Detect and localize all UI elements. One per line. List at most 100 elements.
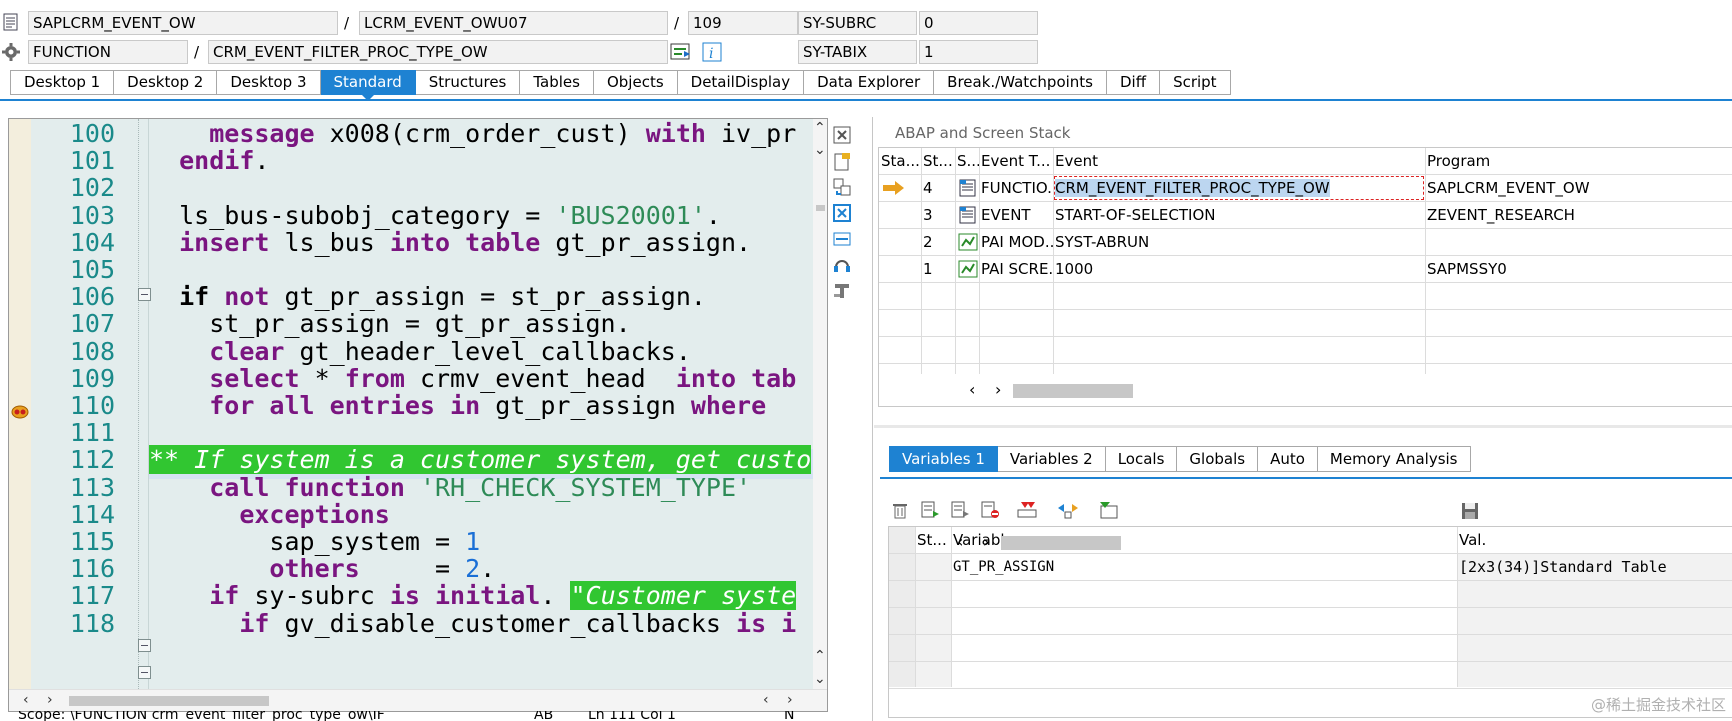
fold-toggle[interactable]	[138, 666, 151, 679]
append-row-icon[interactable]	[950, 500, 970, 520]
tab-variables-2[interactable]: Variables 2	[997, 446, 1106, 472]
mode-label: AB	[534, 711, 554, 721]
tab-desktop-3[interactable]: Desktop 3	[217, 70, 321, 95]
code-line[interactable]: clear gt_header_level_callbacks.	[149, 337, 813, 367]
code-line[interactable]: exceptions	[149, 500, 813, 530]
sy-subrc-value-field[interactable]: 0	[919, 11, 1038, 35]
editor-vertical-scrollbar[interactable]: ⌃ ⌄ ⌃ ⌄	[813, 119, 827, 689]
insert-row-icon[interactable]	[920, 500, 940, 520]
code-line[interactable]	[149, 255, 813, 285]
code-line[interactable]: message x008(crm_order_cust) with iv_pr	[149, 119, 813, 149]
close-editor-icon[interactable]	[832, 125, 852, 145]
code-line[interactable]: st_pr_assign = gt_pr_assign.	[149, 309, 813, 339]
include-field[interactable]: LCRM_EVENT_OWU07	[359, 11, 668, 35]
code-line[interactable]: ** If system is a customer system, get c…	[149, 445, 813, 475]
panel-splitter[interactable]	[874, 425, 1732, 428]
fold-toggle[interactable]	[138, 639, 151, 652]
sy-subrc-name-field[interactable]: SY-SUBRC	[798, 11, 917, 35]
full-screen-icon[interactable]	[832, 203, 852, 223]
scroll-left-icon[interactable]: ‹	[23, 693, 29, 707]
stack-horizontal-scrollbar[interactable]: ‹ ›	[879, 374, 1732, 405]
scrollbar-thumb[interactable]	[69, 696, 269, 706]
function-name-field[interactable]: CRM_EVENT_FILTER_PROC_TYPE_OW	[208, 40, 668, 64]
code-line[interactable]: if gv_disable_customer_callbacks is i	[149, 609, 813, 639]
variables-grid[interactable]: St... Variable Val. GT_PR_ASSIGN [2x3(34)]St…	[888, 526, 1732, 718]
program-field[interactable]: SAPLCRM_EVENT_OW	[28, 11, 338, 35]
desktop-tab-bar: Desktop 1 Desktop 2 Desktop 3 Standard Struc…	[10, 70, 1231, 101]
scrollbar-thumb[interactable]	[816, 205, 825, 211]
code-line[interactable]: call function 'RH_CHECK_SYSTEM_TYPE'	[149, 473, 813, 503]
sy-tabix-value-field[interactable]: 1	[919, 40, 1038, 64]
code-line[interactable]: if not gt_pr_assign = st_pr_assign.	[149, 282, 813, 312]
scrollbar-thumb[interactable]	[1001, 536, 1121, 550]
editor-horizontal-scrollbar[interactable]: ‹ › ‹ ›	[9, 689, 827, 711]
headset-icon[interactable]	[832, 255, 852, 275]
scrollbar-thumb[interactable]	[1013, 384, 1133, 398]
selected-event-text[interactable]: CRM_EVENT_FILTER_PROC_TYPE_OW	[1055, 179, 1330, 197]
code-line[interactable]	[149, 173, 813, 203]
tab-diff[interactable]: Diff	[1107, 70, 1161, 95]
code-editor[interactable]: message x008(crm_order_cust) with iv_pr …	[8, 118, 828, 712]
type-field[interactable]: FUNCTION	[28, 40, 188, 64]
tab-script[interactable]: Script	[1160, 70, 1231, 95]
scroll-left-icon[interactable]: ‹	[957, 532, 963, 551]
code-line[interactable]: endif.	[149, 146, 813, 176]
panel-divider[interactable]	[872, 117, 873, 721]
code-line[interactable]: sap_system = 1	[149, 527, 813, 557]
code-area[interactable]: message x008(crm_order_cust) with iv_pr …	[149, 119, 813, 689]
code-line[interactable]: ls_bus-subobj_category = 'BUS20001'.	[149, 201, 813, 231]
delete-icon[interactable]	[890, 500, 910, 520]
tab-detaildisplay[interactable]: DetailDisplay	[677, 70, 805, 95]
stack-grid[interactable]: Sta... St... S... Event T... Event Program 4 FU…	[878, 147, 1732, 407]
info-icon[interactable]: i	[702, 42, 722, 62]
code-line[interactable]: insert ls_bus into table gt_pr_assign.	[149, 228, 813, 258]
tab-break-watchpoints[interactable]: Break./Watchpoints	[934, 70, 1107, 95]
scroll-left-icon[interactable]: ‹	[763, 693, 769, 707]
tab-standard[interactable]: Standard	[320, 70, 416, 101]
tab-tables[interactable]: Tables	[520, 70, 594, 95]
tab-objects[interactable]: Objects	[593, 70, 678, 95]
event-type: PAI SCRE...	[981, 260, 1053, 278]
tab-auto[interactable]: Auto	[1258, 446, 1318, 472]
remove-row-icon[interactable]	[980, 500, 1000, 520]
save-icon[interactable]	[1460, 501, 1480, 521]
program-name: SAPMSSY0	[1427, 260, 1507, 278]
code-line[interactable]: select * from crmv_event_head into tab	[149, 364, 813, 394]
tab-variables-1[interactable]: Variables 1	[889, 446, 998, 472]
scroll-down-icon[interactable]: ⌄	[814, 672, 826, 686]
tab-locals[interactable]: Locals	[1105, 446, 1178, 472]
row-divider	[889, 634, 1732, 635]
scroll-left-icon[interactable]: ‹	[969, 380, 975, 399]
scroll-down-icon[interactable]: ⌄	[814, 143, 826, 157]
editor-status-bar: Scope: \FUNCTION crm_event_filter_proc_t…	[8, 711, 826, 721]
scroll-right-icon[interactable]: ›	[787, 693, 793, 707]
code-line[interactable]: for all entries in gt_pr_assign where	[149, 391, 813, 421]
scroll-up-icon[interactable]: ⌃	[814, 121, 826, 135]
scroll-right-icon[interactable]: ›	[983, 532, 989, 551]
expand-width-icon[interactable]	[832, 229, 852, 249]
line-number: 101	[69, 146, 115, 175]
tab-globals[interactable]: Globals	[1177, 446, 1259, 472]
scroll-right-icon[interactable]: ›	[995, 380, 1001, 399]
expand-icon[interactable]	[1056, 500, 1078, 520]
tab-structures[interactable]: Structures	[415, 70, 521, 95]
code-line[interactable]: others = 2.	[149, 554, 813, 584]
tools-icon[interactable]	[832, 280, 852, 300]
code-line[interactable]	[149, 418, 813, 448]
collapse-icon[interactable]	[1016, 500, 1037, 520]
fold-toggle[interactable]	[138, 288, 151, 301]
tab-memory-analysis[interactable]: Memory Analysis	[1317, 446, 1471, 472]
navigate-icon[interactable]	[670, 42, 692, 62]
scroll-right-icon[interactable]: ›	[47, 693, 53, 707]
sync-icon[interactable]	[832, 177, 852, 197]
tab-desktop-1[interactable]: Desktop 1	[10, 70, 115, 95]
scroll-up-icon[interactable]: ⌃	[814, 649, 826, 663]
tab-data-explorer[interactable]: Data Explorer	[804, 70, 935, 95]
variable-name-input[interactable]: GT_PR_ASSIGN	[951, 554, 1457, 580]
filter-icon[interactable]	[1098, 500, 1118, 520]
tab-desktop-2[interactable]: Desktop 2	[114, 70, 218, 95]
code-line[interactable]: if sy-subrc is initial. "Customer syste	[149, 581, 813, 611]
new-page-icon[interactable]	[832, 152, 852, 172]
line-field[interactable]: 109	[688, 11, 798, 35]
sy-tabix-name-field[interactable]: SY-TABIX	[798, 40, 917, 64]
